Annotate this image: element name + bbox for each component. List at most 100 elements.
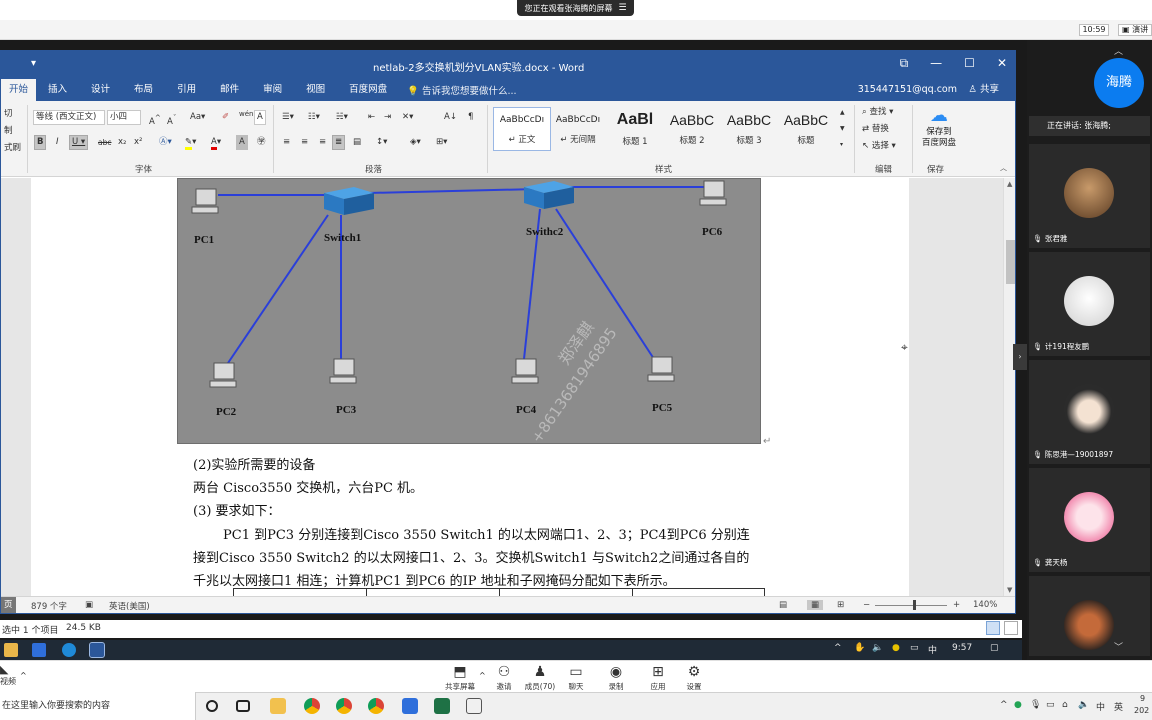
borders-icon[interactable]: ⊞▾ [433,135,450,150]
video-options-icon[interactable]: ^ [20,671,27,680]
tray-chevron-icon[interactable]: ^ [1000,700,1008,710]
file-explorer-icon[interactable] [4,643,18,657]
superscript-icon[interactable]: x² [131,135,145,150]
chrome-icon[interactable] [368,698,384,714]
format-painter-button[interactable]: 式刷 [1,141,24,156]
numbering-icon[interactable]: ☷▾ [305,110,323,125]
italic-icon[interactable]: I [53,135,62,150]
tab-baidu-netdisk[interactable]: 百度网盘 [337,79,399,101]
web-layout-icon[interactable]: ⊞ [837,600,844,610]
multilevel-list-icon[interactable]: ☵▾ [333,110,351,125]
decrease-indent-icon[interactable]: ⇤ [365,110,378,125]
task-view-icon[interactable] [236,700,250,712]
sort-icon[interactable]: A↓ [441,110,460,125]
vertical-scrollbar[interactable]: ▲ ▼ [1003,178,1015,596]
participant-tile[interactable]: 🎙 陈思港—19001897 [1029,360,1150,464]
grow-font-icon[interactable]: A^ [146,110,164,127]
zoom-slider[interactable] [875,605,947,606]
tab-insert[interactable]: 插入 [36,79,79,101]
host-avatar[interactable]: 海腾 [1094,58,1144,108]
tab-view[interactable]: 视图 [294,79,337,101]
chrome-icon[interactable] [304,698,320,714]
style-heading-3[interactable]: AaBbC 标题 3 [720,107,778,151]
participant-tile[interactable]: 🎙 计191程友鹏 [1029,252,1150,356]
chinese-layout-icon[interactable]: ✕▾ [399,110,416,125]
chat-button[interactable]: ▭ 聊天 [554,663,598,692]
enclose-char-icon[interactable]: ㊫ [254,135,269,150]
style-heading-1[interactable]: AaBl 标题 1 [606,107,664,151]
tab-review[interactable]: 审阅 [251,79,294,101]
wechat-tray-icon[interactable]: ● [892,643,900,653]
language-indicator[interactable]: 英语(美国) [109,600,150,612]
large-icons-view-icon[interactable] [1004,621,1018,635]
record-button[interactable]: ◉ 录制 [594,663,638,692]
zoom-level[interactable]: 140% [973,600,997,610]
clear-format-icon[interactable]: ✐ [219,110,232,125]
change-case-icon[interactable]: Aa▾ [187,110,208,125]
zoom-out-icon[interactable]: − [863,600,870,610]
tab-design[interactable]: 设计 [79,79,122,101]
subscript-icon[interactable]: x₂ [115,135,129,150]
minimize-icon[interactable]: — [930,56,942,71]
char-shading-icon[interactable]: A [236,135,248,150]
menu-icon[interactable]: ☰ [618,3,626,13]
panel-up-icon[interactable]: ︿ [1114,44,1123,57]
collapse-ribbon-icon[interactable]: ︿ [997,161,1010,176]
zoom-slider-thumb[interactable] [913,600,916,610]
video-button[interactable]: ◣ 视频 [0,663,16,687]
local-lang-indicator[interactable]: 英 [1114,700,1123,713]
maximize-icon[interactable]: ☐ [964,56,975,71]
char-border-icon[interactable]: A [254,110,266,125]
underline-icon[interactable]: U ▾ [69,135,89,150]
netlab-icon[interactable] [32,643,46,657]
panel-collapse-icon[interactable]: › [1013,344,1027,370]
vm-icon[interactable] [466,698,482,714]
gallery-up-icon[interactable]: ▲ [837,105,848,120]
word-count[interactable]: 879 个字 [31,600,67,612]
wechat-tray-icon[interactable]: ● [1014,700,1022,710]
edge-icon[interactable] [62,643,76,657]
outer-presenter-tab[interactable]: ▣ 演讲 [1118,24,1152,36]
zoom-in-icon[interactable]: + [953,600,960,610]
copy-button[interactable]: 制 [1,124,16,139]
volume-icon[interactable]: 🔈 [1078,700,1089,710]
ribbon-display-icon[interactable]: ⧉ [900,56,909,71]
line-spacing-icon[interactable]: ↕▾ [373,135,390,150]
bold-icon[interactable]: B [34,135,47,150]
font-name-select[interactable]: 等线 (西文正文) [33,110,105,125]
tab-home[interactable]: 开始 [1,79,37,101]
justify-icon[interactable]: ≣ [332,135,346,150]
share-button[interactable]: ♙ 共享 [968,79,999,101]
zoom-meeting-icon[interactable] [402,698,418,714]
network-icon[interactable]: ⌂ [1062,700,1068,710]
participant-tile[interactable] [1029,576,1150,656]
shading-icon[interactable]: ◈▾ [407,135,424,150]
font-size-select[interactable]: 小四 [107,110,141,125]
volume-icon[interactable]: 🔈 [872,643,883,653]
taskbar-search-box[interactable]: 在这里输入你要搜索的内容 [0,692,196,720]
cortana-icon[interactable] [206,700,218,712]
participant-tile[interactable]: 🎙 张君雅 [1029,144,1150,248]
tab-layout[interactable]: 布局 [122,79,165,101]
tab-references[interactable]: 引用 [165,79,208,101]
align-center-icon[interactable]: ≡ [298,135,311,150]
share-banner[interactable]: 您正在观看张海腾的屏幕 ☰ [517,0,634,16]
share-screen-button[interactable]: ⬒ 共享屏幕 [438,663,482,692]
scroll-up-icon[interactable]: ▲ [1007,180,1012,188]
battery-icon[interactable]: ▭ [910,643,919,653]
page-indicator[interactable]: 页 [1,597,16,613]
battery-icon[interactable]: ▭ [1046,700,1055,710]
highlight-icon[interactable]: ✎▾ [182,135,199,150]
notification-icon[interactable]: ▢ [990,643,999,653]
show-marks-icon[interactable]: ¶ [465,110,476,125]
word-taskbar-icon[interactable] [89,642,105,658]
increase-indent-icon[interactable]: ⇥ [381,110,394,125]
account-name[interactable]: 315447151@qq.com [858,79,957,101]
bullets-icon[interactable]: ☰▾ [279,110,297,125]
tell-me-box[interactable]: 💡 告诉我您想要做什么... [407,83,516,97]
excel-icon[interactable] [434,698,450,714]
style-heading-2[interactable]: AaBbC 标题 2 [663,107,721,151]
font-color-icon[interactable]: A▾ [208,135,224,150]
tab-mailings[interactable]: 邮件 [208,79,251,101]
select-button[interactable]: ↖ 选择 ▾ [859,139,899,154]
